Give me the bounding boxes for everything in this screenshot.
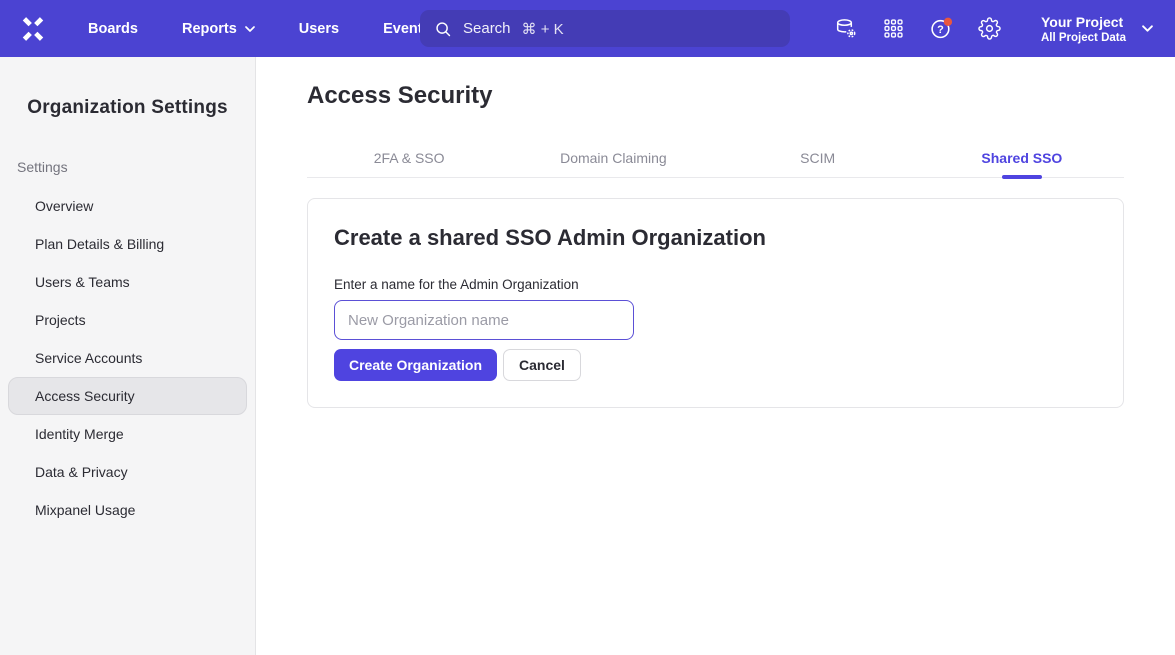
sidebar-item-mixpanel-usage[interactable]: Mixpanel Usage bbox=[8, 491, 247, 529]
tab-2fa-sso[interactable]: 2FA & SSO bbox=[307, 138, 511, 177]
sidebar-item-label: Access Security bbox=[35, 388, 135, 404]
nav-item-label: Boards bbox=[88, 21, 138, 37]
sidebar-item-label: Projects bbox=[35, 312, 86, 328]
chevron-down-icon bbox=[1142, 25, 1153, 32]
settings-gear-icon[interactable] bbox=[977, 16, 1002, 41]
navbar-actions: ? Your Project All Project Data bbox=[833, 13, 1153, 45]
nav-item-label: Users bbox=[299, 21, 339, 37]
search-shortcut: ⌘ + K bbox=[522, 20, 564, 38]
sidebar-item-label: Users & Teams bbox=[35, 274, 130, 290]
tab-scim[interactable]: SCIM bbox=[716, 138, 920, 177]
tab-label: Shared SSO bbox=[981, 150, 1062, 166]
sidebar-item-label: Data & Privacy bbox=[35, 464, 128, 480]
nav-item-label: Reports bbox=[182, 21, 237, 37]
sidebar-item-label: Overview bbox=[35, 198, 93, 214]
notification-dot bbox=[944, 18, 952, 26]
org-name-field-label: Enter a name for the Admin Organization bbox=[334, 277, 1097, 292]
sidebar-item-users-teams[interactable]: Users & Teams bbox=[8, 263, 247, 301]
project-scope: All Project Data bbox=[1041, 31, 1126, 45]
sidebar-item-identity-merge[interactable]: Identity Merge bbox=[8, 415, 247, 453]
sidebar-title: Organization Settings bbox=[0, 97, 255, 119]
sidebar-item-data-privacy[interactable]: Data & Privacy bbox=[8, 453, 247, 491]
sidebar-item-projects[interactable]: Projects bbox=[8, 301, 247, 339]
sidebar-item-label: Plan Details & Billing bbox=[35, 236, 164, 252]
search-placeholder: Search bbox=[463, 20, 511, 37]
help-icon[interactable]: ? bbox=[929, 16, 954, 41]
nav-item-reports[interactable]: Reports bbox=[182, 21, 255, 37]
svg-text:?: ? bbox=[937, 24, 944, 36]
sidebar-item-service-accounts[interactable]: Service Accounts bbox=[8, 339, 247, 377]
tab-label: SCIM bbox=[800, 150, 835, 166]
search-icon bbox=[434, 20, 452, 38]
project-switcher[interactable]: Your Project All Project Data bbox=[1041, 13, 1153, 45]
project-name: Your Project bbox=[1041, 13, 1126, 31]
org-name-input[interactable] bbox=[334, 300, 634, 340]
sidebar-items: Overview Plan Details & Billing Users & … bbox=[0, 187, 255, 529]
page-title: Access Security bbox=[307, 82, 1124, 110]
cancel-button[interactable]: Cancel bbox=[503, 349, 581, 381]
top-navbar: Boards Reports Users Events Search ⌘ + K bbox=[0, 0, 1175, 57]
access-security-tabs: 2FA & SSO Domain Claiming SCIM Shared SS… bbox=[307, 138, 1124, 178]
card-title: Create a shared SSO Admin Organization bbox=[334, 225, 1097, 251]
tab-label: 2FA & SSO bbox=[374, 150, 445, 166]
sidebar-item-label: Mixpanel Usage bbox=[35, 502, 135, 518]
main-content: Access Security 2FA & SSO Domain Claimin… bbox=[256, 57, 1175, 655]
tab-domain-claiming[interactable]: Domain Claiming bbox=[511, 138, 715, 177]
create-organization-button[interactable]: Create Organization bbox=[334, 349, 497, 381]
sidebar-item-label: Identity Merge bbox=[35, 426, 124, 442]
active-tab-indicator bbox=[1002, 175, 1042, 179]
search-input[interactable]: Search ⌘ + K bbox=[420, 10, 790, 47]
nav-item-users[interactable]: Users bbox=[299, 21, 339, 37]
data-management-icon[interactable] bbox=[833, 16, 858, 41]
tab-shared-sso[interactable]: Shared SSO bbox=[920, 138, 1124, 177]
main-nav: Boards Reports Users Events bbox=[88, 21, 431, 37]
card-actions: Create Organization Cancel bbox=[334, 349, 1097, 381]
create-shared-sso-card: Create a shared SSO Admin Organization E… bbox=[307, 198, 1124, 408]
sidebar-item-label: Service Accounts bbox=[35, 350, 142, 366]
sidebar-section-label: Settings bbox=[17, 159, 255, 175]
nav-item-boards[interactable]: Boards bbox=[88, 21, 138, 37]
org-settings-sidebar: Organization Settings Settings Overview … bbox=[0, 57, 256, 655]
mixpanel-logo-icon[interactable] bbox=[18, 14, 48, 44]
sidebar-item-overview[interactable]: Overview bbox=[8, 187, 247, 225]
chevron-down-icon bbox=[245, 26, 255, 32]
sidebar-item-access-security[interactable]: Access Security bbox=[8, 377, 247, 415]
apps-grid-icon[interactable] bbox=[881, 16, 906, 41]
tab-label: Domain Claiming bbox=[560, 150, 667, 166]
sidebar-item-plan-details-billing[interactable]: Plan Details & Billing bbox=[8, 225, 247, 263]
